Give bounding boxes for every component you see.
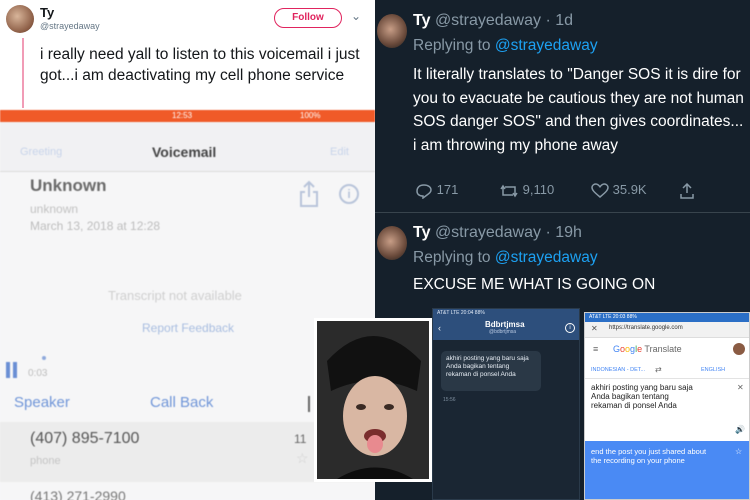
page-title: Voicemail	[152, 144, 217, 160]
avatar[interactable]	[733, 343, 745, 355]
reply-button[interactable]: 171	[415, 182, 459, 200]
translation-text: end the post you just shared about the r…	[591, 447, 707, 465]
tweet-author-name[interactable]: Ty	[40, 5, 54, 20]
target-language[interactable]: ENGLISH	[701, 367, 725, 373]
phone-time: 11	[294, 432, 307, 446]
conversation-header: ‹ Bdbrtjmsa @bdbrtjmsa i	[433, 318, 579, 340]
url-bar[interactable]: ✕ https://translate.google.com	[585, 322, 749, 338]
star-icon[interactable]: ☆	[296, 450, 309, 467]
playback-time: 0:03	[28, 368, 48, 379]
conversation-handle: @bdbrtjmsa	[489, 329, 517, 335]
tweet-text: i really need yall to listen to this voi…	[40, 46, 360, 84]
translate-logo: Google Translate	[613, 344, 682, 354]
tweet-author-handle[interactable]: @strayedaway	[40, 21, 100, 31]
replying-to: Replying to @strayedaway	[413, 249, 598, 267]
tweet-meta: @strayedaway · 1d	[434, 12, 574, 29]
reply-to-link[interactable]: @strayedaway	[495, 37, 598, 54]
info-icon[interactable]: i	[565, 323, 575, 333]
divider	[308, 396, 310, 412]
share-icon[interactable]	[298, 180, 320, 208]
call-back-button[interactable]: Call Back	[150, 394, 213, 411]
replying-to: Replying to @strayedaway	[413, 37, 598, 55]
thread-line	[22, 38, 24, 108]
voicemail-nav-bar: Greeting Voicemail Edit	[0, 122, 375, 172]
source-language[interactable]: INDONESIAN - DET...	[591, 367, 645, 373]
status-bar: AT&T LTE 20:04 88%	[433, 309, 579, 318]
tweet-author[interactable]: Ty @strayedaway · 1d	[413, 12, 573, 30]
clear-icon[interactable]: ✕	[737, 383, 744, 392]
status-bar: AT&T LTE 20:03 88%	[585, 313, 749, 322]
status-time: 12:53	[172, 111, 193, 120]
conversation-title: Bdbrtjmsa	[485, 320, 525, 329]
follow-button[interactable]: Follow	[274, 8, 342, 28]
messages-screenshot: AT&T LTE 20:04 88% ‹ Bdbrtjmsa @bdbrtjms…	[432, 308, 580, 500]
edit-button[interactable]: Edit	[330, 146, 349, 158]
caller-sub: unknown	[30, 202, 79, 216]
tweet-text: It literally translates to "Danger SOS i…	[413, 66, 744, 154]
phone-number[interactable]: (413) 271-2990	[30, 488, 126, 500]
retweet-count: 9,110	[522, 182, 555, 197]
star-icon[interactable]: ☆	[735, 447, 742, 456]
tweet-author[interactable]: Ty @strayedaway · 19h	[413, 224, 582, 242]
speaker-icon[interactable]: 🔊	[735, 425, 745, 434]
replying-label: Replying to	[413, 249, 491, 266]
status-bar: 12:53 100%	[0, 110, 375, 122]
avatar[interactable]	[377, 14, 407, 48]
back-icon[interactable]: ‹	[438, 323, 441, 333]
reply-count: 171	[436, 182, 459, 197]
avatar[interactable]	[377, 226, 407, 260]
caller-name: Unknown	[30, 176, 107, 195]
transcript-text: Transcript not available	[108, 288, 242, 303]
playhead-icon[interactable]	[42, 356, 46, 360]
tweet-header: Ty @strayedaway Follow ⌄ i really need y…	[0, 0, 375, 110]
retweet-button[interactable]: 9,110	[499, 182, 554, 199]
report-feedback-link[interactable]: Report Feedback	[142, 321, 234, 335]
chevron-down-icon[interactable]: ⌄	[351, 9, 361, 23]
close-icon[interactable]: ✕	[591, 324, 598, 333]
translate-screenshot: AT&T LTE 20:03 88% ✕ https://translate.g…	[584, 312, 750, 500]
retweet-icon	[500, 184, 518, 197]
tweet-author-name[interactable]: Ty	[413, 12, 430, 29]
menu-icon[interactable]: ≡	[593, 344, 598, 354]
heart-icon	[591, 182, 609, 198]
message-timestamp: 15:56	[443, 397, 456, 403]
like-button[interactable]: 35.9K	[591, 182, 647, 199]
share-button[interactable]	[679, 182, 695, 199]
translation-output: end the post you just shared about the r…	[585, 441, 749, 499]
greeting-button[interactable]: Greeting	[20, 146, 62, 158]
divider	[375, 212, 750, 213]
source-text[interactable]: akhiri posting yang baru saja Anda bagik…	[591, 383, 701, 410]
reply-to-link[interactable]: @strayedaway	[495, 249, 598, 266]
voicemail-date: March 13, 2018 at 12:28	[30, 219, 161, 233]
pause-icon[interactable]	[6, 362, 20, 378]
tweet-text: EXCUSE ME WHAT IS GOING ON	[413, 276, 656, 293]
share-icon	[680, 182, 694, 199]
tweet-actions: 171 9,110 35.9K	[413, 182, 743, 202]
info-icon[interactable]: i	[339, 184, 359, 204]
like-count: 35.9K	[612, 182, 647, 197]
status-battery: 100%	[300, 111, 321, 120]
message-bubble[interactable]: akhiri posting yang baru saja Anda bagik…	[441, 351, 541, 391]
replying-label: Replying to	[413, 37, 491, 54]
tweet-author-name[interactable]: Ty	[413, 224, 430, 241]
reply-icon	[416, 183, 432, 200]
phone-type: phone	[30, 455, 61, 467]
swap-icon[interactable]: ⇄	[655, 365, 662, 374]
url-text[interactable]: https://translate.google.com	[609, 325, 683, 331]
selfie-photo	[314, 318, 432, 482]
language-bar: INDONESIAN - DET... ⇄ ENGLISH	[585, 361, 749, 379]
speaker-button[interactable]: Speaker	[14, 394, 70, 411]
person-photo	[317, 321, 429, 479]
phone-number[interactable]: (407) 895-7100	[30, 430, 139, 448]
tweet-meta: @strayedaway · 19h	[434, 224, 582, 241]
avatar[interactable]	[6, 5, 34, 33]
